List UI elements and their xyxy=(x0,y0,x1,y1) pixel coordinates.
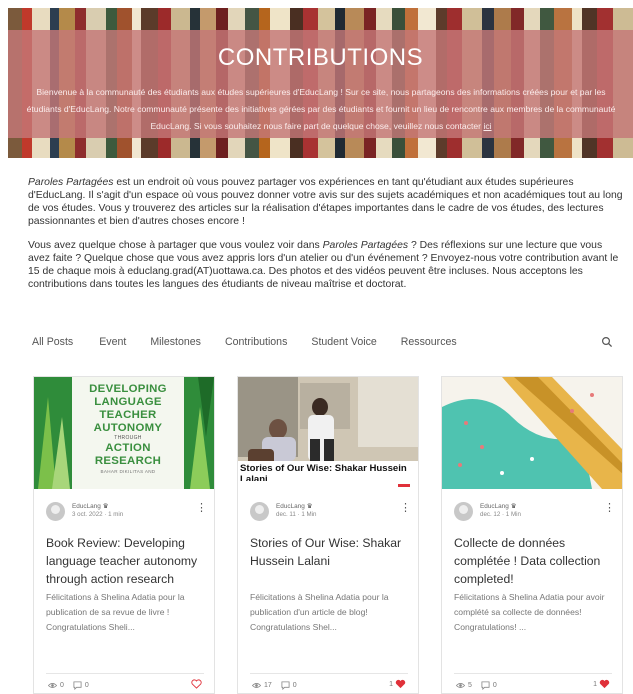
post-title[interactable]: Collecte de données complétée ! Data col… xyxy=(454,534,614,588)
view-count: 5 xyxy=(468,682,472,689)
post-footer: 17 0 1 xyxy=(238,673,418,693)
post-meta: EducLang ♛ dec. 11 · 1 Min ⋮ xyxy=(250,501,411,523)
more-options-icon[interactable]: ⋮ xyxy=(604,503,615,514)
header-banner: CONTRIBUTIONS Bienvenue à la communauté … xyxy=(8,8,633,158)
author-name-text: EducLang xyxy=(480,503,509,510)
author-name[interactable]: EducLang ♛ xyxy=(480,502,517,510)
heart-filled-icon[interactable] xyxy=(599,679,610,689)
eye-icon xyxy=(48,683,57,688)
like-control[interactable]: 1 xyxy=(389,679,406,689)
intro-paragraph-2-start: Vous avez quelque chose à partager que v… xyxy=(28,240,323,251)
post-date: 3 oct. 2022 · 1 min xyxy=(72,511,124,518)
intro-paragraph-1-text: est un endroit où vous pouvez partager v… xyxy=(28,177,623,227)
abstract-image[interactable] xyxy=(442,377,622,489)
comment-count: 0 xyxy=(84,682,89,689)
abstract-art xyxy=(442,377,622,489)
more-options-icon[interactable]: ⋮ xyxy=(400,503,411,514)
footer-divider xyxy=(46,673,204,674)
post-excerpt[interactable]: Félicitations à Shelina Adatia pour avoi… xyxy=(454,590,612,635)
nav-event[interactable]: Event xyxy=(99,336,126,348)
post-footer: 0 0 xyxy=(34,673,214,693)
nav-all-posts[interactable]: All Posts xyxy=(32,336,73,348)
view-count: 0 xyxy=(60,682,64,689)
author-name-text: EducLang xyxy=(72,503,101,510)
post-footer: 5 0 1 xyxy=(442,673,622,693)
avatar[interactable] xyxy=(46,502,65,521)
avatar[interactable] xyxy=(454,502,473,521)
post-date: dec. 11 · 1 Min xyxy=(276,511,317,518)
heart-filled-icon[interactable] xyxy=(395,679,406,689)
book-author: BAHAR DIKILITAS AND xyxy=(100,469,156,474)
intro-paragraph-2: Vous avez quelque chose à partager que v… xyxy=(28,239,623,291)
book-through: THROUGH xyxy=(114,435,142,441)
book-cover-image[interactable]: DEVELOPING LANGUAGE TEACHER AUTONOMY THR… xyxy=(34,377,214,489)
post-card[interactable]: Stories of Our Wise: Shakar Hussein Lala… xyxy=(237,376,419,694)
contact-link[interactable]: ici xyxy=(483,121,491,131)
post-stats: 0 0 xyxy=(48,681,98,690)
post-meta: EducLang ♛ 3 oct. 2022 · 1 min ⋮ xyxy=(46,501,207,523)
like-control[interactable]: 1 xyxy=(593,679,610,689)
more-options-icon[interactable]: ⋮ xyxy=(196,503,207,514)
nav-contributions[interactable]: Contributions xyxy=(225,336,287,348)
blog-name: Paroles Partagées xyxy=(28,177,114,188)
like-count: 1 xyxy=(593,680,597,688)
post-excerpt[interactable]: Félicitations à Shelina Adatia pour la p… xyxy=(46,590,204,635)
intro-section: Paroles Partagées est un endroit où vous… xyxy=(28,176,623,291)
like-control[interactable] xyxy=(189,679,202,689)
book-subtitle-line: ACTION xyxy=(105,442,151,454)
author-name[interactable]: EducLang ♛ xyxy=(72,502,109,510)
comment-icon xyxy=(481,681,490,690)
crown-icon: ♛ xyxy=(102,503,109,510)
book-title-line: DEVELOPING xyxy=(89,383,167,395)
search-icon[interactable] xyxy=(601,336,613,348)
footer-divider xyxy=(250,673,408,674)
author-name[interactable]: EducLang ♛ xyxy=(276,502,313,510)
book-subtitle-line: RESEARCH xyxy=(94,455,162,467)
eye-icon xyxy=(252,683,261,688)
like-count: 1 xyxy=(389,680,393,688)
banner-title: CONTRIBUTIONS xyxy=(217,44,424,71)
avatar[interactable] xyxy=(250,502,269,521)
post-card[interactable]: DEVELOPING LANGUAGE TEACHER AUTONOMY THR… xyxy=(33,376,215,694)
eye-icon xyxy=(456,683,465,688)
heart-outline-icon[interactable] xyxy=(191,679,202,689)
author-name-text: EducLang xyxy=(276,503,305,510)
footer-divider xyxy=(454,673,612,674)
book-title: DEVELOPING LANGUAGE TEACHER AUTONOMY THR… xyxy=(74,383,182,476)
crown-icon: ♛ xyxy=(510,503,517,510)
comment-count: 0 xyxy=(492,682,497,689)
nav-ressources[interactable]: Ressources xyxy=(401,336,457,348)
nav-student-voice[interactable]: Student Voice xyxy=(311,336,376,348)
post-stats: 5 0 xyxy=(456,681,506,690)
banner-text: Bienvenue à la communauté des étudiants … xyxy=(22,84,620,135)
comment-count: 0 xyxy=(292,682,297,689)
book-title-line: LANGUAGE xyxy=(94,396,162,408)
blog-name-2: Paroles Partagées xyxy=(322,240,409,251)
crown-icon: ♛ xyxy=(306,503,313,510)
banner-text-body: Bienvenue à la communauté des étudiants … xyxy=(26,87,616,131)
post-date: dec. 12 · 1 Min xyxy=(480,511,521,518)
comment-icon xyxy=(73,681,82,690)
post-card[interactable]: EducLang ♛ dec. 12 · 1 Min ⋮ Collecte de … xyxy=(441,376,623,694)
view-count: 17 xyxy=(264,682,272,689)
comment-icon xyxy=(281,681,290,690)
post-meta: EducLang ♛ dec. 12 · 1 Min ⋮ xyxy=(454,501,615,523)
post-title[interactable]: Book Review: Developing language teacher… xyxy=(46,534,206,588)
book-title-line: TEACHER xyxy=(99,409,157,421)
nav-milestones[interactable]: Milestones xyxy=(150,336,201,348)
post-stats: 17 0 xyxy=(252,681,306,690)
post-title[interactable]: Stories of Our Wise: Shakar Hussein Lala… xyxy=(250,534,410,570)
photo-image[interactable]: Stories of Our Wise: Shakar Hussein Lala… xyxy=(238,377,418,489)
intro-paragraph-1: Paroles Partagées est un endroit où vous… xyxy=(28,176,623,228)
post-excerpt[interactable]: Félicitations à Shelina Adatia pour la p… xyxy=(250,590,408,635)
image-caption: Stories of Our Wise: Shakar Hussein Lala… xyxy=(240,463,407,481)
book-title-line: AUTONOMY xyxy=(93,422,163,434)
category-nav: All Posts Event Milestones Contributions… xyxy=(32,334,617,350)
